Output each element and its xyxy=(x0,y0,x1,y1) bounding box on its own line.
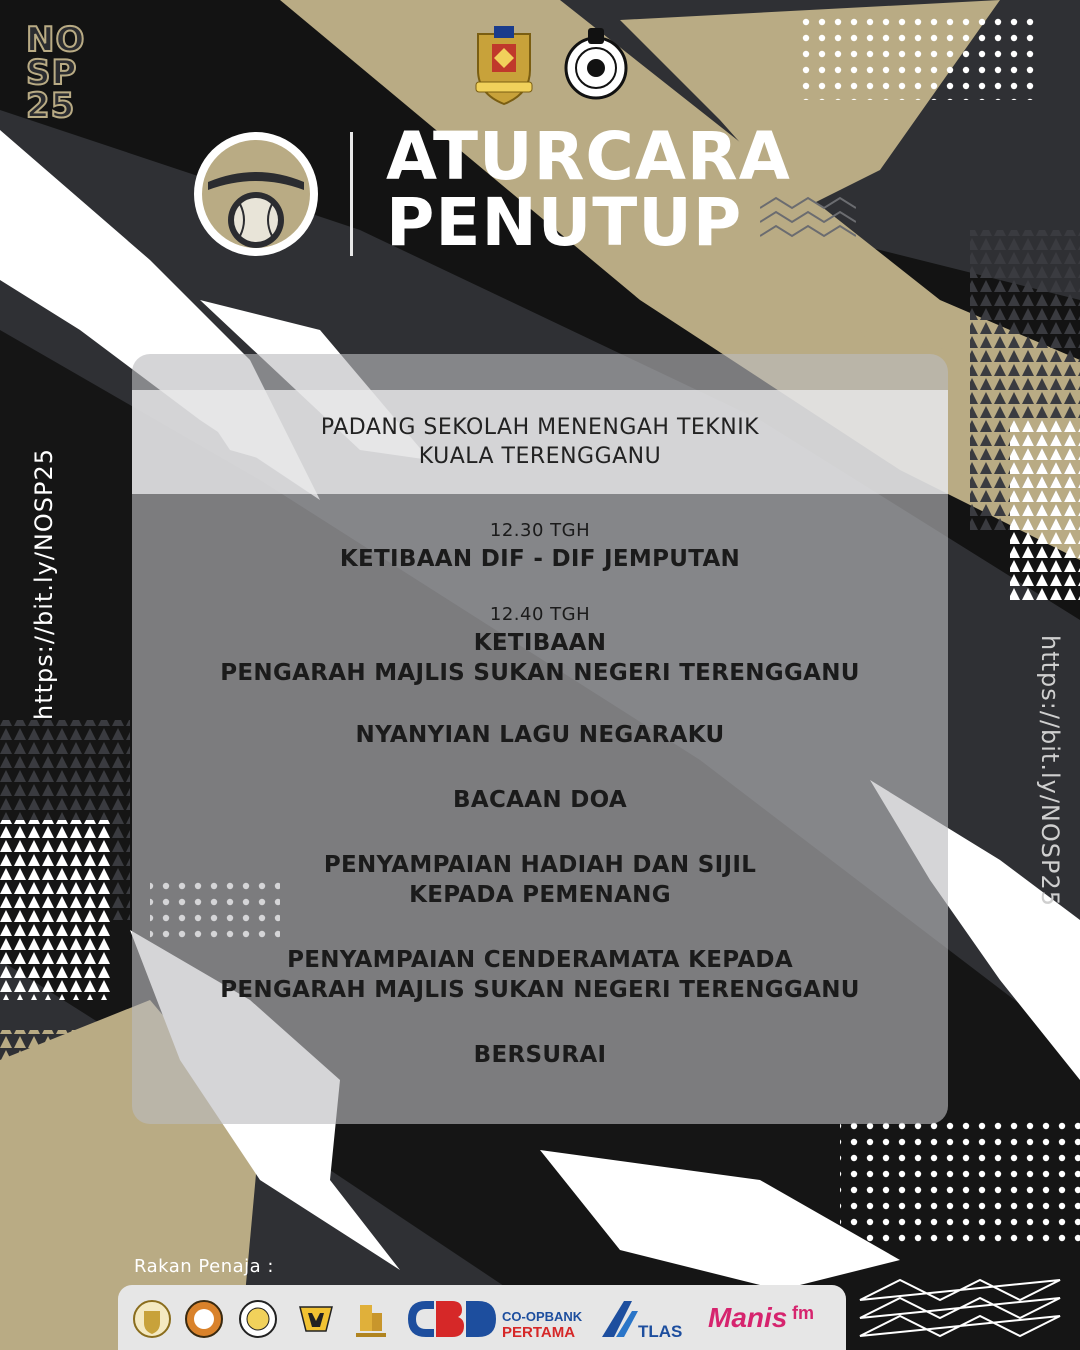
schedule-list: 12.30 TGH KETIBAAN DIF - DIF JEMPUTAN 12… xyxy=(132,520,948,1070)
schedule-line: PENYAMPAIAN HADIAH DAN SIJIL xyxy=(323,852,757,878)
svg-text:Manis: Manis xyxy=(708,1302,787,1333)
cbd-logo-icon: CO-OPBANK PERTAMA xyxy=(408,1301,583,1341)
chevron-pattern-icon xyxy=(760,196,856,238)
svg-text:PERTAMA: PERTAMA xyxy=(502,1324,575,1341)
schedule-time: 12.30 TGH xyxy=(489,520,591,541)
schedule-line: PENGARAH MAJLIS SUKAN NEGERI TERENGGANU xyxy=(220,977,860,1003)
title-line: PENUTUP xyxy=(386,184,743,261)
schedule-time: 12.40 TGH xyxy=(489,604,591,625)
side-link-right[interactable]: https://bit.ly/NOSP25 xyxy=(1036,635,1064,907)
schedule-line: BACAAN DOA xyxy=(453,787,627,813)
schedule-item: BACAAN DOA xyxy=(132,785,948,815)
schedule-item: PENYAMPAIAN HADIAH DAN SIJIL KEPADA PEME… xyxy=(132,850,948,910)
schedule-line: KEPADA PEMENANG xyxy=(409,882,671,908)
state-crest-logo-icon xyxy=(133,1300,171,1338)
association-seal-logo-icon xyxy=(239,1300,277,1338)
atlas-logo-icon: TLAS xyxy=(602,1301,682,1341)
ms-logo-icon xyxy=(299,1306,333,1332)
state-crest-icon xyxy=(475,26,533,106)
schedule-line: KETIBAAN xyxy=(473,630,607,656)
schedule-item: BERSURAI xyxy=(132,1040,948,1070)
venue-line: KUALA TERENGGANU xyxy=(418,444,662,469)
programme-panel: PADANG SEKOLAH MENENGAH TEKNIK KUALA TER… xyxy=(132,354,948,1124)
svg-text:fm: fm xyxy=(792,1303,814,1323)
schedule-item: 12.40 TGH KETIBAAN PENGARAH MAJLIS SUKAN… xyxy=(132,604,948,688)
schedule-line: KETIBAAN DIF - DIF JEMPUTAN xyxy=(339,546,741,572)
schedule-line: PENGARAH MAJLIS SUKAN NEGERI TERENGGANU xyxy=(220,660,860,686)
building-logo-icon xyxy=(356,1305,386,1337)
title-line: ATURCARA xyxy=(386,118,791,195)
svg-text:CO-OPBANK: CO-OPBANK xyxy=(502,1309,583,1324)
manis-fm-logo-icon: Manis fm xyxy=(708,1302,814,1333)
sponsor-label: Rakan Penaja : xyxy=(134,1256,274,1277)
page-title: ATURCARA PENUTUP xyxy=(386,124,791,256)
nosp25-wordmark: NO SP 25 xyxy=(25,22,96,126)
venue-band: PADANG SEKOLAH MENENGAH TEKNIK KUALA TER… xyxy=(132,390,948,494)
sponsor-strip: CO-OPBANK PERTAMA TLAS Manis fm xyxy=(118,1285,846,1350)
schedule-line: BERSURAI xyxy=(473,1042,607,1068)
schedule-item: 12.30 TGH KETIBAAN DIF - DIF JEMPUTAN xyxy=(132,520,948,574)
schedule-item: PENYAMPAIAN CENDERAMATA KEPADA PENGARAH … xyxy=(132,945,948,1005)
association-badge-icon xyxy=(564,28,628,100)
side-link-left[interactable]: https://bit.ly/NOSP25 xyxy=(30,448,58,720)
svg-text:TLAS: TLAS xyxy=(638,1322,682,1341)
wordmark-line: 25 xyxy=(25,86,76,126)
schedule-item: NYANYIAN LAGU NEGARAKU xyxy=(132,720,948,750)
poster: NO SP 25 ATURCARA PENUTUP https://bit.ly… xyxy=(0,0,1080,1350)
title-divider xyxy=(350,132,353,256)
schedule-line: NYANYIAN LAGU NEGARAKU xyxy=(355,722,725,748)
slowpitch-championship-logo-icon xyxy=(194,132,318,256)
venue-line: PADANG SEKOLAH MENENGAH TEKNIK xyxy=(320,415,760,440)
round-badge-logo-icon xyxy=(185,1300,223,1338)
schedule-line: PENYAMPAIAN CENDERAMATA KEPADA xyxy=(287,947,793,973)
